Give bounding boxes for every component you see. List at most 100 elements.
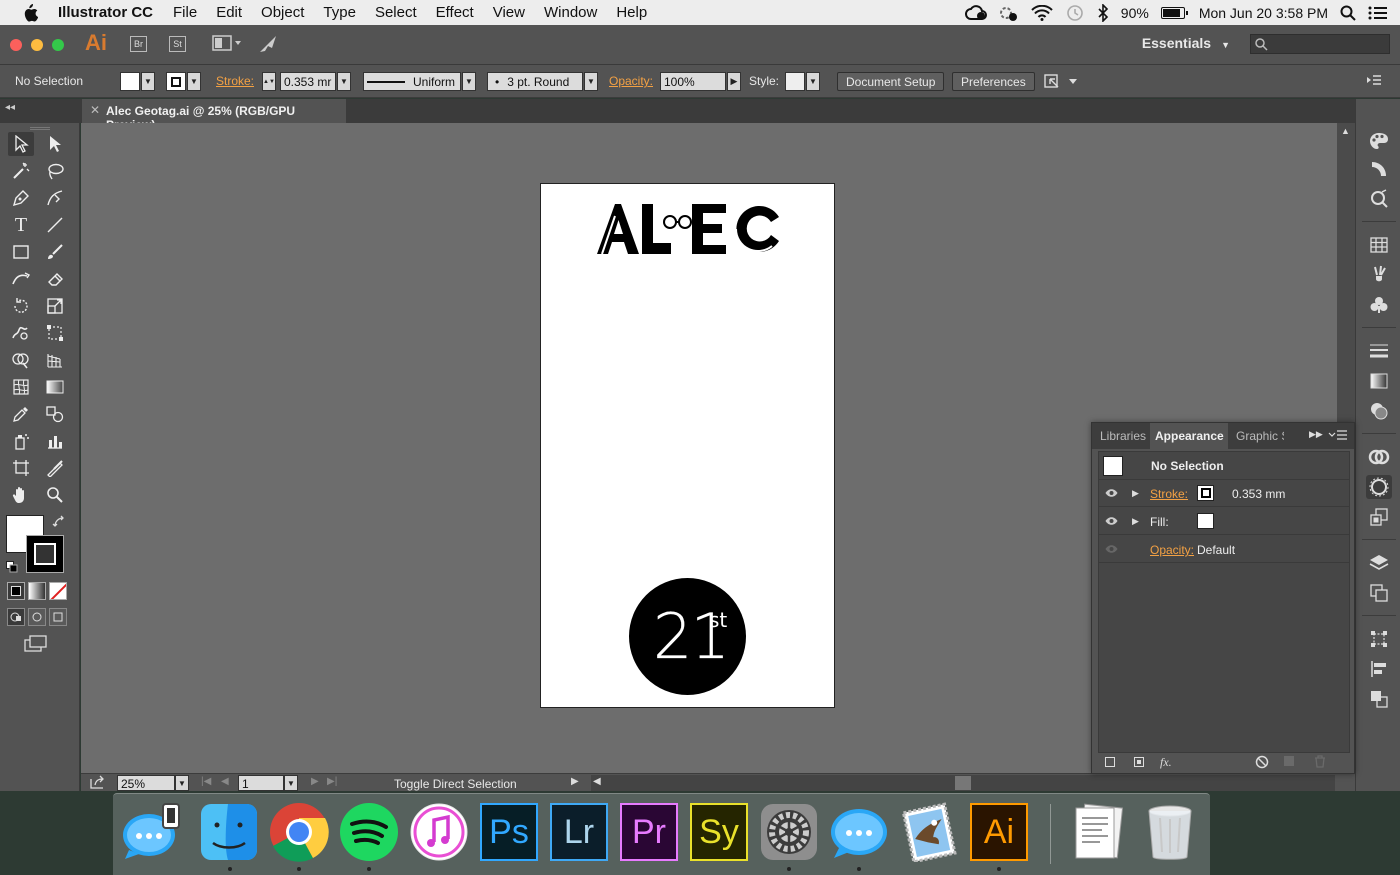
add-new-stroke-icon[interactable]	[1105, 757, 1115, 767]
line-segment-tool-icon[interactable]	[42, 213, 68, 237]
zoom-level-dropdown[interactable]: ▼	[175, 775, 189, 791]
appearance-opacity-row[interactable]: Opacity: Default	[1099, 536, 1349, 563]
layers-panel-icon[interactable]	[1366, 551, 1392, 575]
gpu-performance-icon[interactable]	[258, 34, 280, 59]
paintbrush-tool-icon[interactable]	[42, 240, 68, 264]
direct-selection-tool-icon[interactable]	[42, 132, 68, 156]
stroke-swatch[interactable]	[1197, 485, 1214, 501]
document-tab[interactable]: ✕ Alec Geotag.ai @ 25% (RGB/GPU Preview)	[82, 99, 346, 132]
gradient-mode-button[interactable]	[28, 582, 46, 600]
go-to-bridge-button[interactable]: Br	[130, 36, 147, 52]
menu-window[interactable]: Window	[544, 4, 597, 21]
scale-tool-icon[interactable]	[42, 294, 68, 318]
dock-sy-icon[interactable]: Sy	[689, 802, 749, 862]
zoom-level-input[interactable]: 25%	[117, 775, 175, 791]
pen-tool-icon[interactable]	[8, 186, 34, 210]
artboard-navigation-dropdown[interactable]: ▼	[284, 775, 298, 791]
shaper-tool-icon[interactable]	[8, 267, 34, 291]
hand-tool-icon[interactable]	[8, 483, 34, 507]
sync-status-icon[interactable]	[999, 4, 1019, 22]
clear-appearance-icon[interactable]	[1255, 755, 1269, 772]
fill-color-swatch[interactable]	[120, 72, 140, 91]
close-tab-icon[interactable]: ✕	[90, 103, 100, 117]
alec-logotype[interactable]	[596, 202, 781, 261]
collapse-tools-icon[interactable]: ◂◂	[5, 102, 15, 113]
stroke-panel-icon[interactable]	[1366, 339, 1392, 363]
default-fill-stroke-icon[interactable]	[6, 560, 18, 578]
minimize-window-button[interactable]	[31, 39, 43, 51]
draw-inside-icon[interactable]	[49, 608, 67, 626]
zoom-window-button[interactable]	[52, 39, 64, 51]
dock-illustrator-icon[interactable]: Ai	[969, 802, 1029, 862]
symbols-panel-icon[interactable]	[1366, 293, 1392, 317]
dock-chrome-icon[interactable]	[269, 802, 329, 862]
select-similar-icon[interactable]	[1044, 73, 1080, 92]
adobe-stock-button[interactable]: St	[169, 36, 186, 52]
stroke-weight-stepper[interactable]: ▲▼	[262, 72, 276, 91]
scroll-left-icon[interactable]: ◀	[593, 776, 601, 787]
magic-wand-tool-icon[interactable]	[8, 159, 34, 183]
next-artboard-icon[interactable]: ▶	[311, 776, 319, 787]
profile-dropdown[interactable]: ▼	[462, 72, 476, 91]
more-tabs-icon[interactable]: ▶▶	[1309, 429, 1323, 440]
menu-effect[interactable]: Effect	[436, 4, 474, 21]
adobe-stock-search-input[interactable]	[1250, 34, 1390, 54]
color-guide-panel-icon[interactable]	[1366, 157, 1392, 181]
column-graph-tool-icon[interactable]	[42, 429, 68, 453]
menu-edit[interactable]: Edit	[216, 4, 242, 21]
stroke-color-swatch-large[interactable]	[26, 535, 64, 573]
zoom-tool-icon[interactable]	[42, 483, 68, 507]
mesh-tool-icon[interactable]	[8, 375, 34, 399]
dock-itunes-icon[interactable]	[409, 802, 469, 862]
blend-tool-icon[interactable]	[42, 402, 68, 426]
menu-select[interactable]: Select	[375, 4, 417, 21]
dock-premiere-icon[interactable]: Pr	[619, 802, 679, 862]
last-artboard-icon[interactable]: ▶|	[327, 776, 337, 787]
rectangle-tool-icon[interactable]	[8, 240, 34, 264]
dock-spotify-icon[interactable]	[339, 802, 399, 862]
tab-appearance[interactable]: Appearance	[1150, 423, 1228, 449]
add-new-fill-icon[interactable]	[1134, 757, 1144, 767]
visibility-eye-icon[interactable]	[1105, 516, 1118, 526]
appearance-fill-row[interactable]: ▶ Fill:	[1099, 508, 1349, 535]
share-document-icon[interactable]	[90, 775, 106, 792]
wifi-icon[interactable]	[1031, 4, 1053, 21]
dock-documents-stack-icon[interactable]	[1068, 802, 1128, 862]
previous-artboard-icon[interactable]: ◀	[221, 776, 229, 787]
appearance-panel-icon[interactable]	[1366, 475, 1392, 499]
menu-view[interactable]: View	[493, 4, 525, 21]
stroke-weight-input[interactable]: 0.353 mr	[280, 72, 336, 91]
opacity-panel-link[interactable]: Opacity:	[609, 74, 653, 88]
transparency-panel-icon[interactable]	[1366, 399, 1392, 423]
spotlight-search-icon[interactable]	[1340, 5, 1356, 21]
fill-dropdown[interactable]: ▼	[141, 72, 155, 91]
opacity-attribute-link[interactable]: Opacity:	[1150, 543, 1194, 557]
workspace-switcher[interactable]: Essentials ▼	[1142, 35, 1230, 51]
date-badge[interactable]: 21 st	[629, 578, 746, 695]
change-screen-mode-icon[interactable]	[24, 635, 48, 658]
battery-icon[interactable]	[1160, 6, 1188, 19]
control-panel-menu-icon[interactable]	[1366, 74, 1382, 89]
none-mode-button[interactable]	[49, 582, 67, 600]
color-panel-icon[interactable]	[1366, 129, 1392, 153]
eyedropper-tool-icon[interactable]	[8, 402, 34, 426]
visibility-eye-icon[interactable]	[1105, 544, 1118, 554]
bluetooth-icon[interactable]	[1097, 3, 1109, 22]
dock-system-preferences-icon[interactable]	[759, 802, 819, 862]
gradient-tool-icon[interactable]	[42, 375, 68, 399]
expand-stroke-icon[interactable]: ▶	[1132, 488, 1139, 499]
status-menu-icon[interactable]: ▶	[571, 776, 579, 787]
perspective-grid-tool-icon[interactable]	[42, 348, 68, 372]
swatches-panel-icon[interactable]	[1366, 233, 1392, 257]
horizontal-scrollbar[interactable]: ◀	[591, 775, 1335, 791]
draw-behind-icon[interactable]	[28, 608, 46, 626]
dock-messages-icon[interactable]	[121, 802, 181, 862]
graphic-style-dropdown[interactable]: ▼	[806, 72, 820, 91]
arrange-documents-icon[interactable]	[212, 35, 244, 56]
variable-width-profile[interactable]: Uniform	[363, 72, 461, 91]
duplicate-item-icon[interactable]	[1284, 756, 1294, 766]
add-new-effect-icon[interactable]: fx.	[1160, 755, 1172, 770]
stroke-weight-value[interactable]: 0.353 mm	[1232, 487, 1285, 501]
app-menu-name[interactable]: Illustrator CC	[58, 4, 153, 21]
visibility-eye-icon[interactable]	[1105, 488, 1118, 498]
